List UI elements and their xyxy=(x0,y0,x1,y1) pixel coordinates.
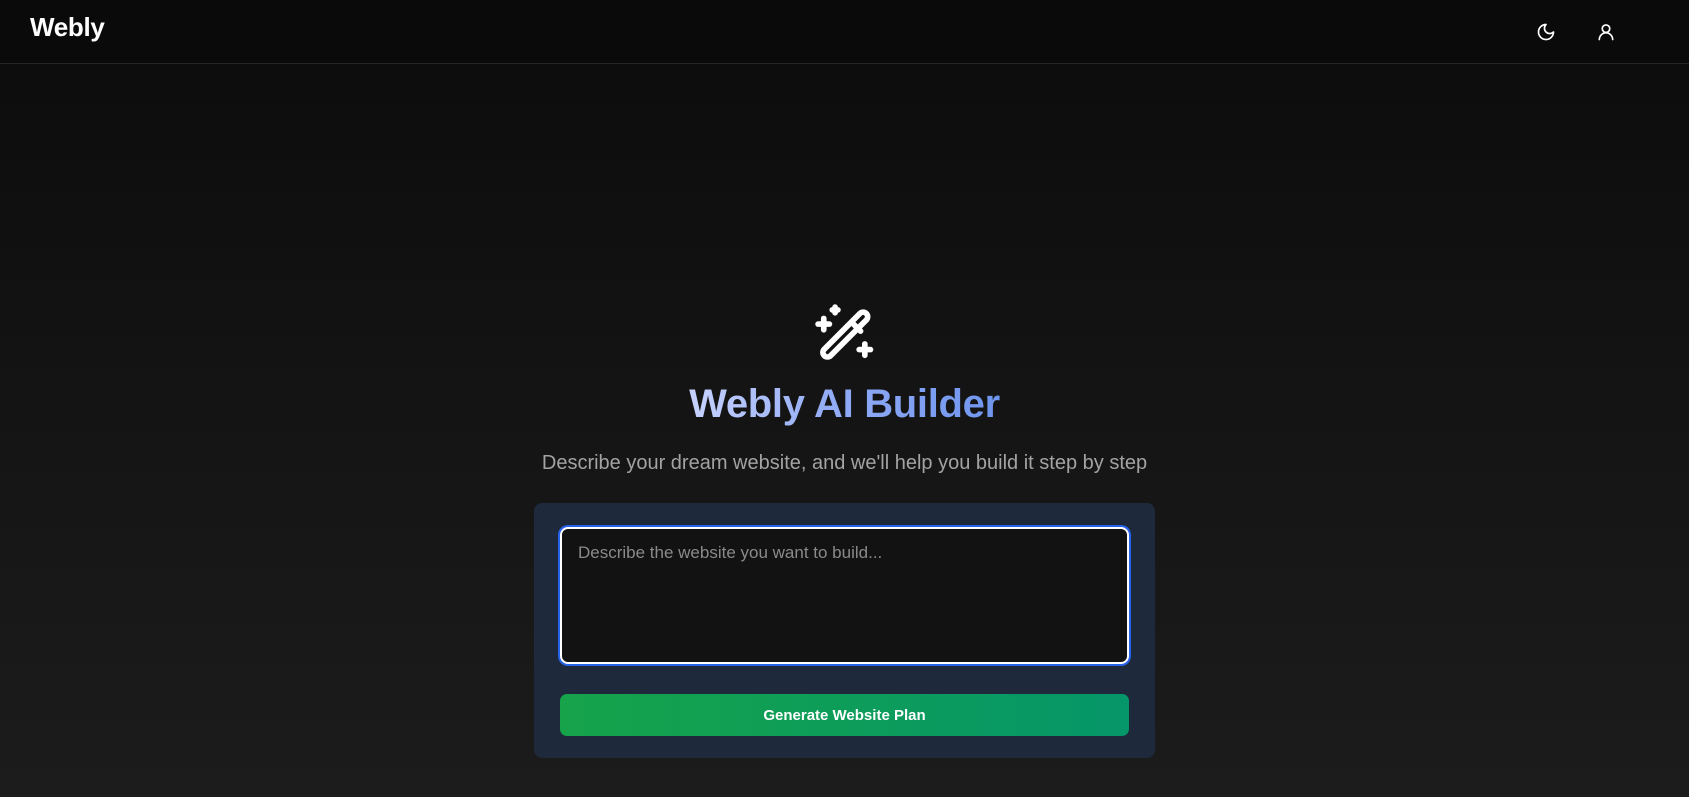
user-icon xyxy=(1598,24,1614,41)
account-button[interactable] xyxy=(1588,14,1624,50)
generate-website-plan-button[interactable]: Generate Website Plan xyxy=(560,694,1129,736)
page-subtitle: Describe your dream website, and we'll h… xyxy=(541,452,1148,474)
theme-toggle-button[interactable] xyxy=(1528,14,1564,50)
hero-section: Webly AI Builder Describe your dream web… xyxy=(0,300,1689,758)
moon-icon xyxy=(1537,23,1555,41)
app-logo[interactable]: Webly xyxy=(30,12,105,43)
website-description-input[interactable] xyxy=(560,527,1129,664)
magic-wand-icon xyxy=(814,304,873,360)
top-navbar: Webly xyxy=(0,0,1689,64)
prompt-card: Generate Website Plan xyxy=(534,503,1155,758)
page-title: Webly AI Builder xyxy=(689,382,1000,426)
